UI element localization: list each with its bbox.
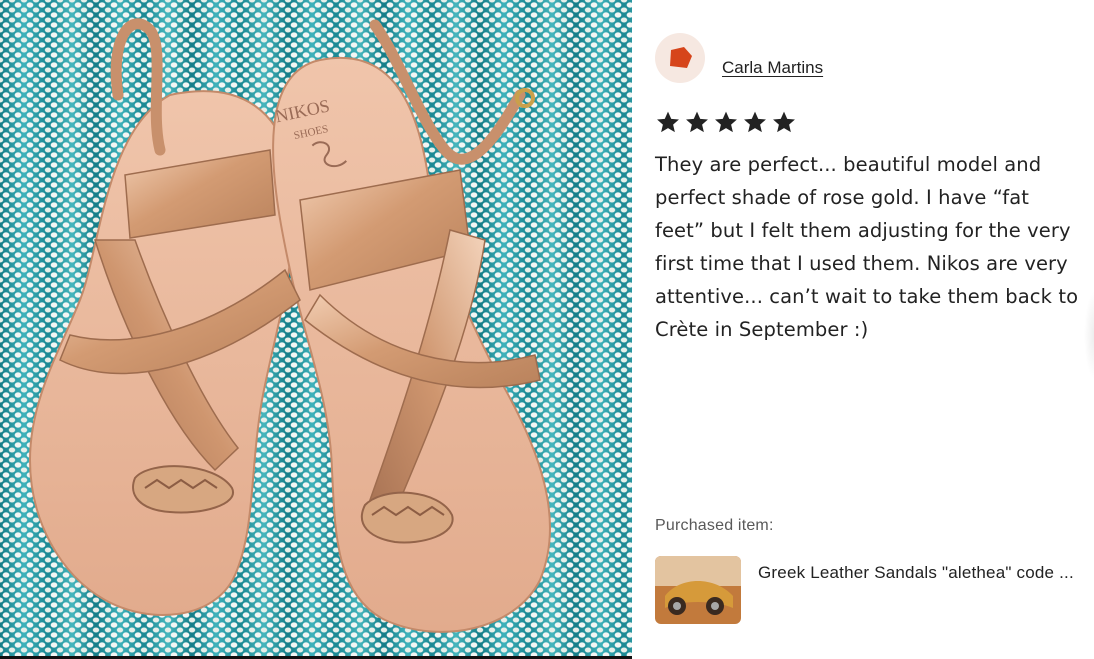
star-icon [771,110,797,135]
star-icon [742,110,768,135]
red-pentagon-avatar-icon [670,47,692,68]
purchased-item-title[interactable]: Greek Leather Sandals "alethea" code ... [758,563,1074,583]
purchased-item-thumbnail[interactable] [655,556,741,624]
review-details: Carla Martins They are perfect... beauti… [632,0,1094,659]
star-icon [713,110,739,135]
purchased-item-label: Purchased item: [655,517,774,534]
review-photo: NIKOS SHOES [0,0,632,659]
reviewer-name-link[interactable]: Carla Martins [722,58,823,78]
sandals-photo-illustration: NIKOS SHOES [28,18,551,633]
purchased-item-link[interactable]: Greek Leather Sandals "alethea" code ... [655,556,1074,624]
star-icon [684,110,710,135]
reviewer-avatar[interactable] [655,33,705,83]
review-modal: NIKOS SHOES Carla Martins They are perfe… [0,0,1094,659]
star-rating [655,110,797,135]
star-icon [655,110,681,135]
reviewer: Carla Martins [655,33,823,83]
review-text: They are perfect... beautiful model and … [655,153,1079,341]
